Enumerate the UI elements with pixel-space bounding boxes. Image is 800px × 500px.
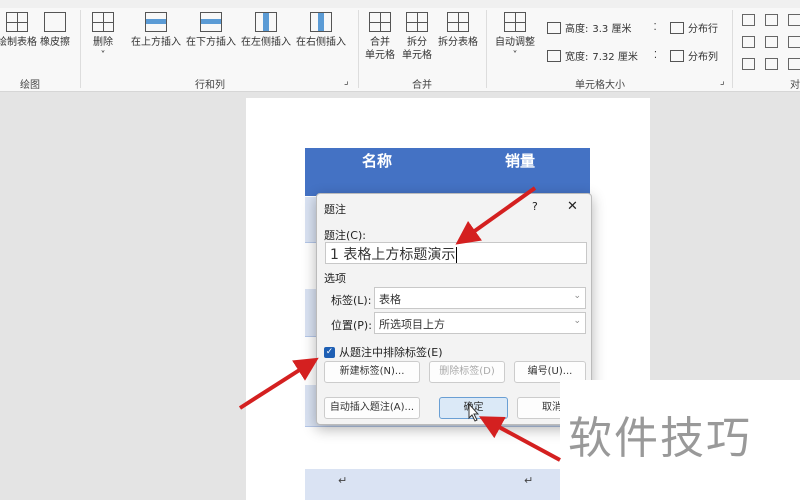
mouse-cursor-icon [468,402,480,422]
arrow-to-caption [455,186,537,245]
annotation-arrows [238,186,561,462]
arrow-to-ok [478,416,561,462]
arrow-to-checkbox [238,357,319,410]
